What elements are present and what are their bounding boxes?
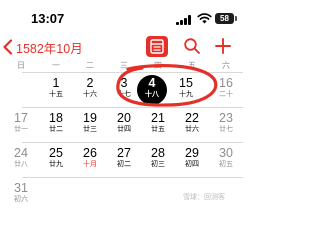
calendar-day[interactable]: 19 廿三 bbox=[73, 111, 107, 141]
calendar-day[interactable]: 30 初五 bbox=[209, 146, 243, 176]
lunar-date: 廿九 bbox=[49, 161, 63, 168]
calendar-day[interactable]: 28 初三 bbox=[141, 146, 175, 176]
day-number: 25 bbox=[49, 146, 63, 160]
calendar-day[interactable]: 24 廿八 bbox=[4, 146, 38, 176]
lunar-date: 廿二 bbox=[49, 126, 63, 133]
day-number: 22 bbox=[185, 111, 199, 125]
weekday-label: 日 bbox=[17, 61, 25, 70]
calendar-day[interactable]: 31 初六 bbox=[4, 181, 38, 211]
lunar-date: 十五 bbox=[49, 91, 63, 98]
calendar-day[interactable]: 23 廿七 bbox=[209, 111, 243, 141]
lunar-date: 廿五 bbox=[151, 126, 165, 133]
lunar-date: 初二 bbox=[117, 161, 131, 168]
red-circle-annotation bbox=[116, 64, 218, 107]
chevron-left-icon bbox=[3, 39, 13, 55]
calendar-day[interactable]: 17 廿一 bbox=[4, 111, 38, 141]
lunar-date: 十月 bbox=[83, 161, 97, 168]
calendar-day[interactable]: 1 十五 bbox=[39, 76, 73, 106]
day-number: 26 bbox=[83, 146, 97, 160]
day-number: 28 bbox=[151, 146, 165, 160]
calendar-day[interactable]: 25 廿九 bbox=[39, 146, 73, 176]
day-number: 31 bbox=[14, 181, 28, 195]
search-button[interactable] bbox=[183, 37, 201, 55]
lunar-date: 初六 bbox=[14, 196, 28, 203]
watermark: 雪球：回测客 bbox=[183, 194, 225, 201]
calendar-day[interactable]: 27 初二 bbox=[107, 146, 141, 176]
calendar-list-icon bbox=[150, 39, 164, 54]
weekday-label: 二 bbox=[86, 61, 94, 70]
lunar-date: 初四 bbox=[185, 161, 199, 168]
day-number: 23 bbox=[219, 111, 233, 125]
calendar-day[interactable]: 18 廿二 bbox=[39, 111, 73, 141]
day-number: 21 bbox=[151, 111, 165, 125]
lunar-date: 廿三 bbox=[83, 126, 97, 133]
lunar-date: 廿四 bbox=[117, 126, 131, 133]
day-number: 1 bbox=[52, 76, 60, 90]
week-divider bbox=[22, 177, 243, 178]
lunar-date: 初三 bbox=[151, 161, 165, 168]
day-number: 29 bbox=[185, 146, 199, 160]
lunar-date: 初五 bbox=[219, 161, 233, 168]
lunar-date: 廿八 bbox=[14, 161, 28, 168]
back-button[interactable]: 1582年10月 bbox=[2, 34, 83, 60]
day-number: 24 bbox=[14, 146, 28, 160]
lunar-date: 十六 bbox=[83, 91, 97, 98]
lunar-date: 廿六 bbox=[185, 126, 199, 133]
calendar-day[interactable]: 20 廿四 bbox=[107, 111, 141, 141]
battery-icon: 58 bbox=[215, 13, 234, 24]
wifi-icon bbox=[197, 13, 212, 24]
calendar-day[interactable]: 2 十六 bbox=[73, 76, 107, 106]
day-number: 27 bbox=[117, 146, 131, 160]
calendar-day-today[interactable]: 26 十月 bbox=[73, 146, 107, 176]
weekday-label: 一 bbox=[52, 61, 60, 70]
lunar-date: 廿一 bbox=[14, 126, 28, 133]
day-number: 19 bbox=[83, 111, 97, 125]
day-number: 2 bbox=[86, 76, 94, 90]
battery-tip bbox=[235, 16, 237, 21]
week-divider bbox=[22, 142, 243, 143]
status-time: 13:07 bbox=[31, 11, 65, 26]
status-bar: 13:07 58 bbox=[0, 0, 243, 30]
add-event-button[interactable] bbox=[213, 36, 233, 56]
lunar-date: 廿七 bbox=[219, 126, 233, 133]
calendar-day[interactable]: 21 廿五 bbox=[141, 111, 175, 141]
day-number: 30 bbox=[219, 146, 233, 160]
day-number: 20 bbox=[117, 111, 131, 125]
back-month-label: 1582年10月 bbox=[16, 41, 83, 56]
nav-bar: 1582年10月 bbox=[0, 34, 243, 60]
cellular-signal-icon bbox=[176, 15, 193, 25]
calendar-day[interactable]: 29 初四 bbox=[175, 146, 209, 176]
day-number: 18 bbox=[49, 111, 63, 125]
day-number: 17 bbox=[14, 111, 28, 125]
calendar-list-view-button[interactable] bbox=[146, 36, 168, 57]
calendar-day[interactable]: 22 廿六 bbox=[175, 111, 209, 141]
